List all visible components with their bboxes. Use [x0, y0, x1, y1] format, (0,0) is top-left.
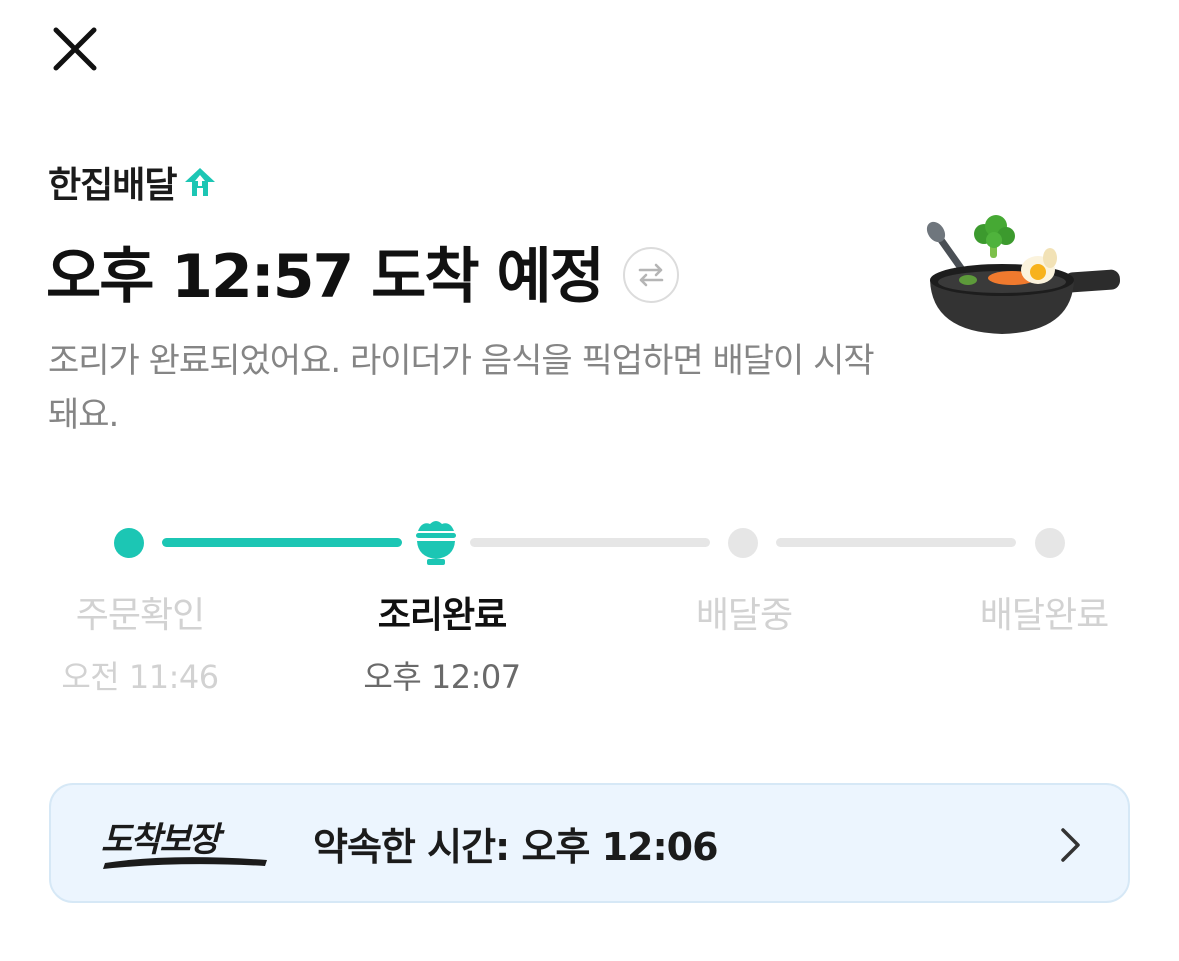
house-arrow-icon	[185, 168, 216, 196]
chevron-right-icon	[1061, 828, 1080, 862]
delivery-progress	[0, 515, 1179, 575]
step-label: 배달중	[695, 595, 793, 636]
close-button[interactable]	[42, 16, 108, 82]
step-time: 오후 12:07	[363, 658, 521, 696]
step-cooking-complete: 조리완료 오후 12:07	[312, 590, 572, 698]
delivery-type-row: 한집배달	[48, 156, 218, 208]
step-label: 주문확인	[75, 595, 205, 636]
progress-line-1	[162, 538, 402, 547]
step-dot-order-confirmed	[114, 528, 144, 558]
arrival-guarantee-banner[interactable]: 도착보장 약속한 시간: 오후 12:06	[49, 783, 1130, 903]
close-icon	[53, 27, 97, 71]
progress-line-2	[470, 538, 710, 547]
eta-row: 오후 12:57 도착 예정	[46, 228, 679, 315]
step-time: 오전 11:46	[61, 658, 219, 696]
eta-title: 오후 12:57 도착 예정	[46, 242, 605, 312]
swap-arrows-icon	[638, 263, 664, 286]
svg-text:도착보장: 도착보장	[101, 820, 225, 860]
progress-line-3	[776, 538, 1016, 547]
step-delivering: 배달중	[614, 590, 874, 652]
step-order-confirmed: 주문확인 오전 11:46	[10, 590, 270, 698]
step-label: 조리완료	[377, 595, 507, 636]
arrival-guarantee-logo: 도착보장	[101, 820, 267, 869]
order-status-screen: 한집배달 오후 12:57 도착 예정 조리가 완료되었어요. 라이더가 음식을…	[0, 0, 1179, 961]
frying-pan-food-icon	[926, 215, 1121, 334]
step-label: 배달완료	[979, 595, 1109, 636]
step-dot-delivered	[1035, 528, 1065, 558]
step-dot-delivering	[728, 528, 758, 558]
step-delivered: 배달완료	[914, 590, 1174, 652]
time-format-toggle[interactable]	[622, 246, 679, 303]
delivery-type-label: 한집배달	[48, 165, 177, 206]
promised-time-text: 약속한 시간: 오후 12:06	[313, 824, 719, 869]
status-description: 조리가 완료되었어요. 라이더가 음식을 픽업하면 배달이 시작돼요.	[48, 341, 875, 435]
rice-bowl-icon	[416, 521, 456, 565]
